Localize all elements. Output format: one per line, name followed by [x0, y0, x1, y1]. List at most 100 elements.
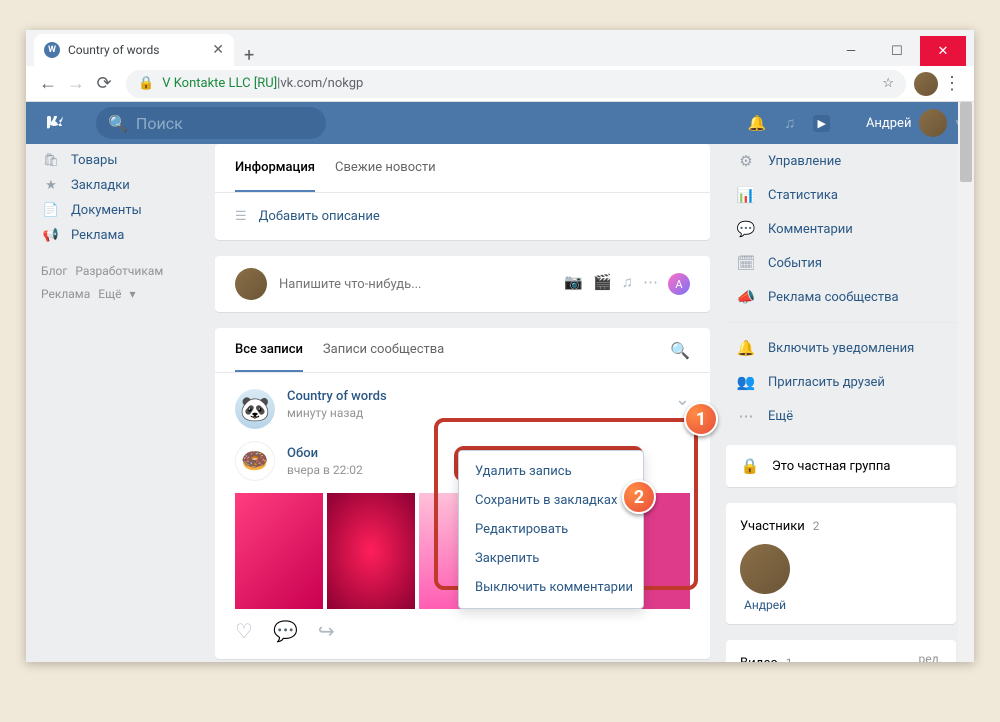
side-ads[interactable]: 📣Реклама сообщества — [726, 280, 956, 314]
tab-strip: W Country of words ✕ + — ☐ ✕ — [26, 30, 974, 66]
side-label: События — [768, 256, 822, 271]
vk-header: 🔍 Поиск 🔔 ♫ ▶ Андрей ▾ — [26, 102, 974, 144]
video-icon[interactable]: ▶ — [813, 115, 829, 132]
music-icon[interactable]: ♫ — [784, 114, 795, 132]
footer-link-devs[interactable]: Разработчикам — [75, 264, 163, 278]
reload-button[interactable]: ⟳ — [90, 70, 118, 98]
new-tab-button[interactable]: + — [234, 45, 264, 66]
dropdown-save[interactable]: Сохранить в закладках — [459, 486, 643, 515]
post-author[interactable]: Country of words — [287, 389, 387, 404]
more-attach-icon[interactable]: ⋯ — [643, 273, 658, 295]
side-invite[interactable]: 👥Пригласить друзей — [726, 365, 956, 399]
bookmark-star-icon[interactable]: ☆ — [882, 76, 894, 91]
side-label: Статистика — [768, 188, 838, 203]
address-bar[interactable]: 🔒 V Kontakte LLC [RU] | vk.com /nokgp ☆ — [126, 70, 906, 98]
footer-link-more[interactable]: Ещё — [98, 287, 121, 301]
post-photo[interactable] — [235, 493, 323, 609]
private-label: 🔒 Это частная группа — [740, 457, 942, 475]
side-stats[interactable]: 📊Статистика — [726, 178, 956, 212]
footer-link-ads[interactable]: Реклама — [41, 287, 90, 301]
vertical-scrollbar[interactable] — [958, 102, 974, 662]
star-icon: ★ — [41, 178, 61, 193]
sidebar-item-label: Закладки — [71, 178, 130, 193]
vk-logo-icon[interactable] — [42, 109, 66, 138]
ai-icon[interactable]: A — [668, 273, 690, 295]
repost-author[interactable]: Обои — [287, 446, 363, 461]
footer-link-blog[interactable]: Блог — [41, 264, 67, 278]
sidebar-item-bookmarks[interactable]: ★ Закладки — [35, 173, 199, 198]
side-notifications[interactable]: 🔔Включить уведомления — [726, 331, 956, 365]
side-more[interactable]: ⋯Ещё — [726, 399, 956, 433]
header-icons: 🔔 ♫ ▶ Андрей ▾ — [748, 109, 974, 137]
document-icon: 📄 — [41, 203, 61, 218]
video-attach-icon[interactable]: 🎬 — [593, 273, 612, 295]
side-events[interactable]: 🗓События — [726, 246, 956, 280]
compose-input[interactable] — [279, 277, 552, 292]
tab-close-icon[interactable]: ✕ — [212, 42, 224, 58]
goods-icon: 🛍 — [41, 153, 61, 168]
browser-tab[interactable]: W Country of words ✕ — [34, 34, 234, 66]
footer-links: Блог Разработчикам Реклама Ещё ▾ — [35, 260, 199, 306]
search-icon: 🔍 — [108, 114, 128, 133]
video-block: Видео 1 ред. — [726, 640, 956, 662]
music-attach-icon[interactable]: ♫ — [622, 273, 633, 295]
tab-news[interactable]: Свежие новости — [335, 144, 436, 192]
callout-badge-2: 2 — [622, 480, 656, 514]
window-close-button[interactable]: ✕ — [920, 36, 966, 66]
post-avatar-icon[interactable]: 🐼 — [235, 389, 275, 429]
menu-icon: ☰ — [235, 209, 247, 224]
post-photo[interactable] — [327, 493, 415, 609]
right-sidebar: ⚙Управление 📊Статистика 💬Комментарии 🗓Со… — [726, 144, 956, 662]
photo-icon[interactable]: 📷 — [564, 273, 583, 295]
bell-icon[interactable]: 🔔 — [748, 114, 767, 132]
search-placeholder: Поиск — [136, 114, 183, 133]
side-label: Комментарии — [768, 222, 853, 237]
lock-icon: 🔒 — [740, 457, 760, 475]
info-tabs: Информация Свежие новости — [215, 144, 710, 193]
sidebar-item-ads[interactable]: 📢Реклама — [35, 223, 199, 248]
share-button[interactable]: ↪ — [318, 619, 335, 643]
sidebar-item-goods[interactable]: 🛍 Товары — [35, 148, 199, 173]
vk-favicon-icon: W — [44, 42, 60, 58]
page: 🔍 Поиск 🔔 ♫ ▶ Андрей ▾ 🛍 Товары ★ Закладки — [26, 102, 974, 662]
participants-title[interactable]: Участники — [740, 519, 805, 534]
window-maximize-button[interactable]: ☐ — [874, 36, 920, 66]
participant-name: Андрей — [744, 598, 786, 612]
sidebar-item-documents[interactable]: 📄 Документы — [35, 198, 199, 223]
add-description-button[interactable]: ☰ Добавить описание — [215, 193, 710, 240]
compose-avatar-icon — [235, 268, 267, 300]
video-edit-link[interactable]: ред. — [918, 652, 942, 662]
profile-avatar-icon[interactable] — [914, 72, 938, 96]
side-label: Реклама сообщества — [768, 290, 899, 305]
header-user[interactable]: Андрей ▾ — [848, 109, 974, 137]
dropdown-edit[interactable]: Редактировать — [459, 515, 643, 544]
video-title[interactable]: Видео — [740, 656, 778, 662]
like-button[interactable]: ♡ — [235, 619, 253, 643]
compose-box[interactable]: 📷 🎬 ♫ ⋯ A — [215, 256, 710, 312]
wall-tab-group[interactable]: Записи сообщества — [323, 328, 444, 372]
dropdown-pin[interactable]: Закрепить — [459, 544, 643, 573]
back-button[interactable]: ← — [34, 70, 62, 98]
side-manage[interactable]: ⚙Управление — [726, 144, 956, 178]
video-count: 1 — [786, 656, 793, 662]
dropdown-disable-comments[interactable]: Выключить комментарии — [459, 573, 643, 602]
chevron-down-icon: ▾ — [129, 287, 135, 301]
participant[interactable]: Андрей — [740, 544, 790, 612]
left-sidebar: 🛍 Товары ★ Закладки 📄 Документы 📢Реклама Бл… — [35, 144, 199, 662]
scrollbar-thumb[interactable] — [960, 102, 972, 182]
window-minimize-button[interactable]: — — [828, 36, 874, 66]
wall-search-icon[interactable]: 🔍 — [670, 328, 690, 372]
invite-icon: 👥 — [736, 373, 756, 391]
side-comments[interactable]: 💬Комментарии — [726, 212, 956, 246]
comment-button[interactable]: 💬 — [273, 619, 298, 643]
browser-menu-button[interactable]: ⋮ — [938, 70, 966, 98]
sidebar-item-label: Товары — [71, 153, 117, 168]
wall-tab-all[interactable]: Все записи — [235, 328, 303, 372]
sidebar-item-label: Документы — [71, 203, 142, 218]
forward-button[interactable]: → — [62, 70, 90, 98]
dropdown-delete[interactable]: Удалить запись — [459, 457, 643, 486]
search-input[interactable]: 🔍 Поиск — [96, 107, 326, 139]
repost-avatar-icon[interactable]: 🍩 — [235, 441, 275, 481]
tab-title: Country of words — [68, 43, 159, 57]
tab-info[interactable]: Информация — [235, 144, 315, 192]
